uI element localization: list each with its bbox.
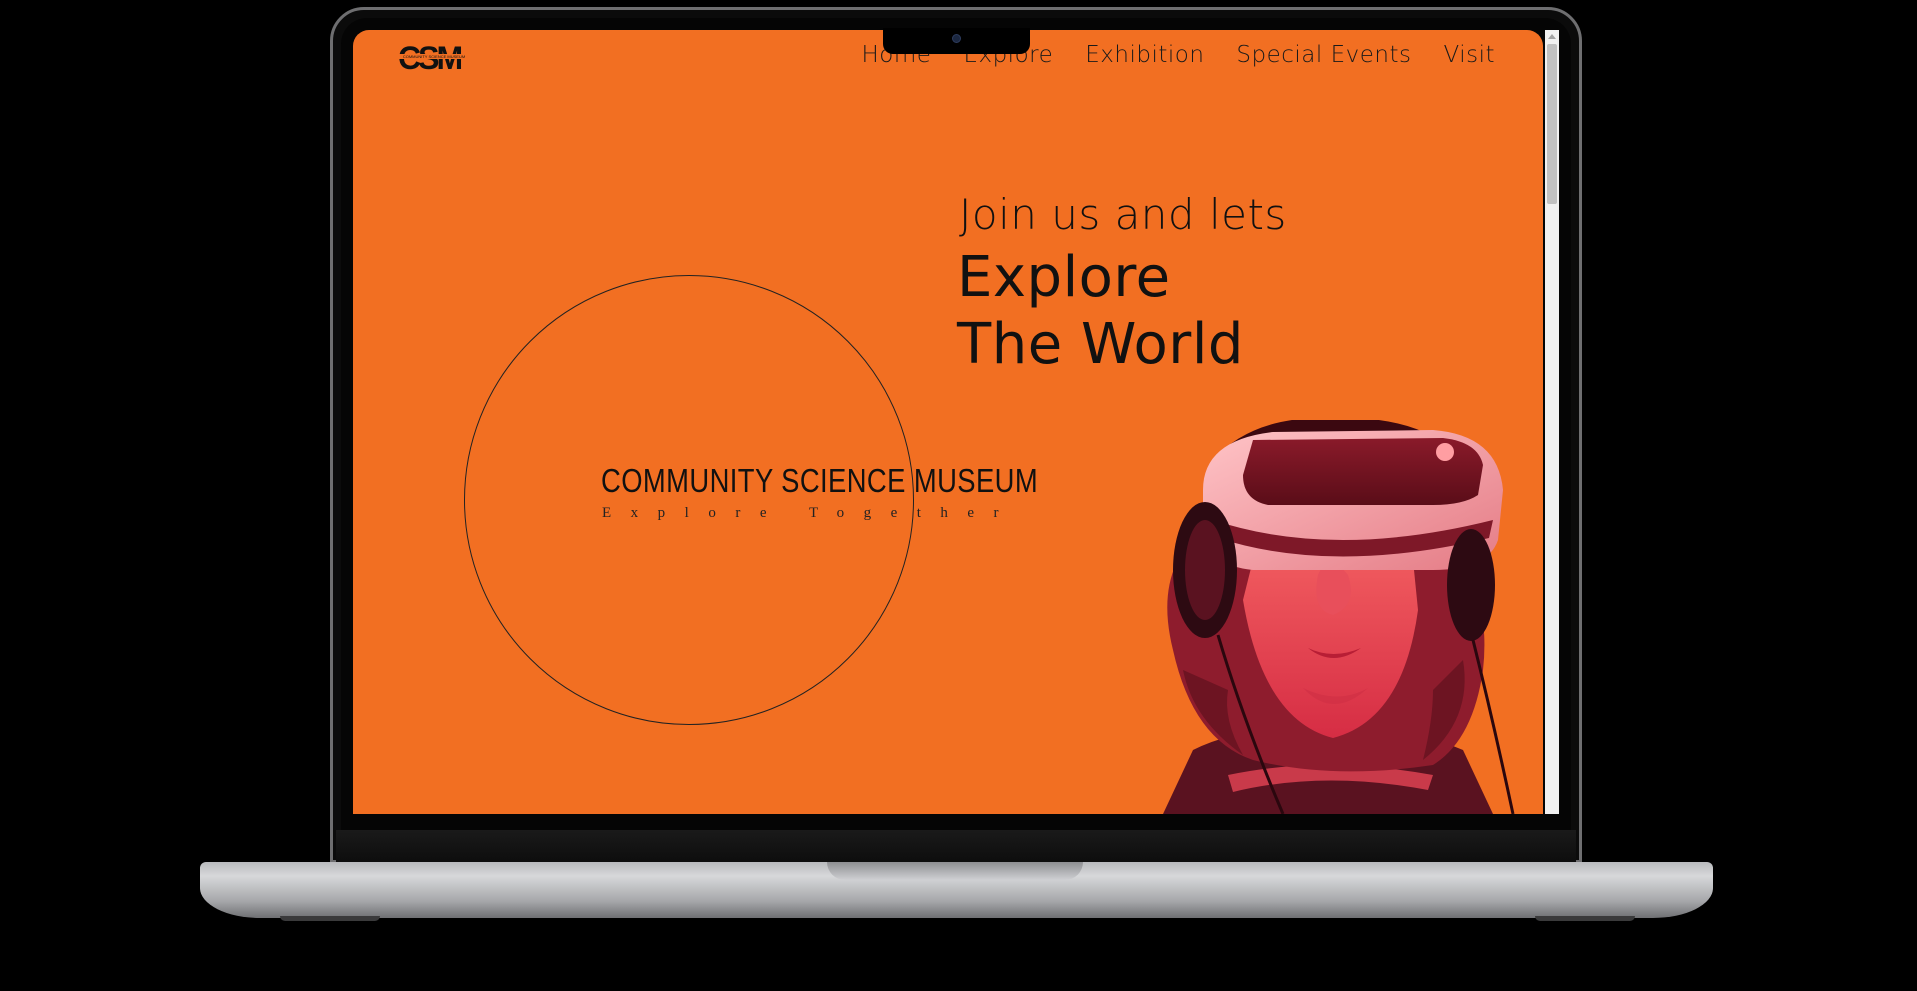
laptop-foot-right [1535,916,1635,921]
scroll-up-arrow-icon[interactable] [1548,34,1556,39]
emblem-circle [464,275,914,725]
laptop-foot-left [280,916,380,921]
nav-exhibition[interactable]: Exhibition [1085,42,1204,68]
hero-headline-explore: Explore [957,245,1171,310]
nav-visit[interactable]: Visit [1443,42,1495,68]
camera-icon [952,34,961,43]
laptop-chin [336,830,1576,863]
hero-intro: Join us and lets [959,190,1287,239]
museum-title: COMMUNITY SCIENCE MUSEUM [601,462,1039,499]
museum-tagline: Explore Together [602,505,1019,521]
scrollbar-thumb[interactable] [1547,44,1557,204]
vertical-scrollbar[interactable] [1545,30,1559,814]
camera-notch [883,28,1030,54]
website-screen: CSM COMMUNITY SCIENCE MUSEUM Home Explor… [353,30,1543,814]
logo-subtext: COMMUNITY SCIENCE MUSEUM [398,54,470,59]
laptop-opening-groove [827,862,1083,880]
nav-special-events[interactable]: Special Events [1236,42,1411,68]
site-logo[interactable]: CSM COMMUNITY SCIENCE MUSEUM [398,42,470,74]
vr-person-image [1163,420,1515,814]
hero-headline-world: The World [957,312,1244,377]
